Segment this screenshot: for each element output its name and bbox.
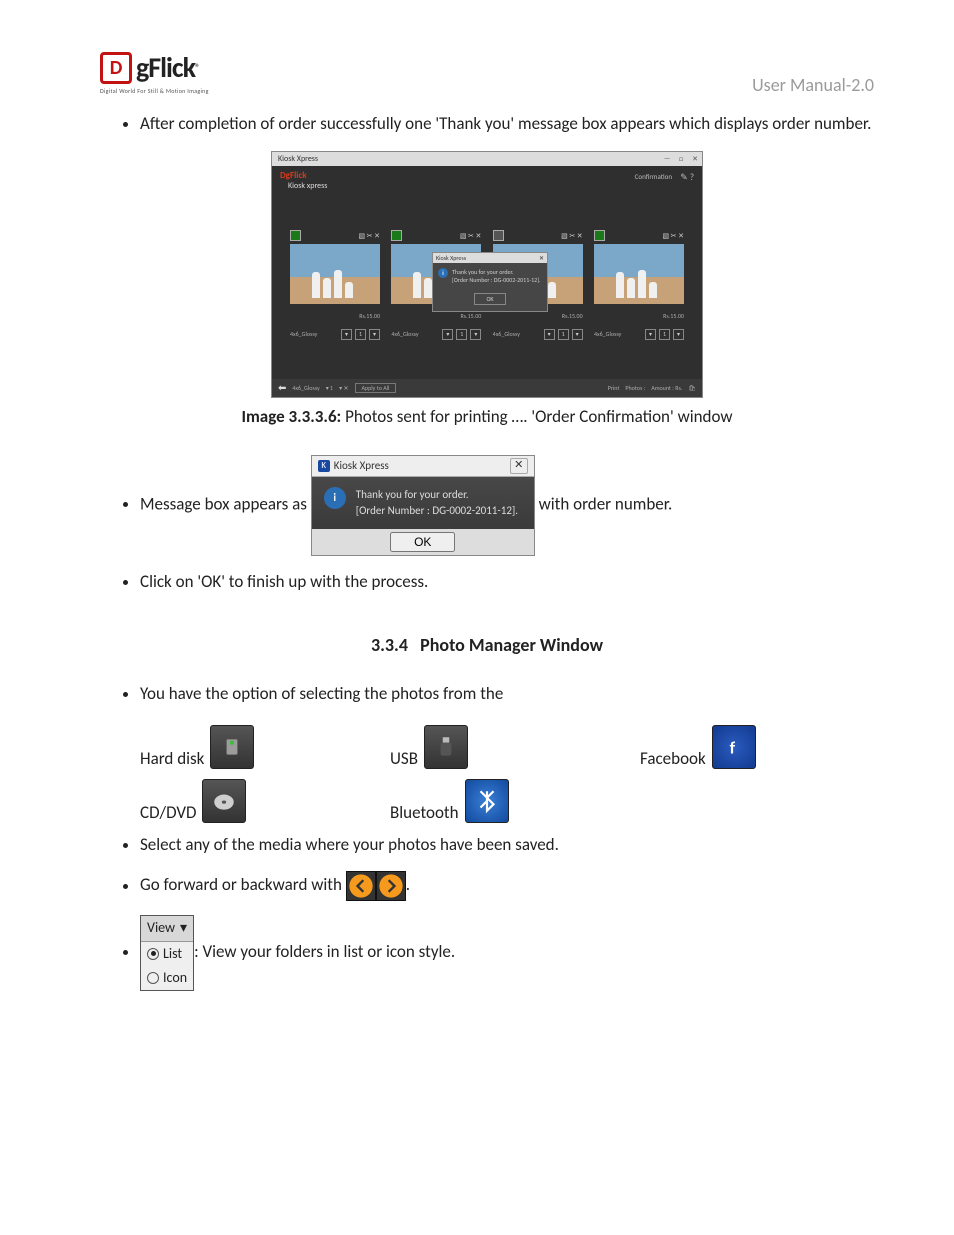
usb-icon[interactable]	[424, 725, 468, 769]
chevron-down-icon: ▾	[180, 918, 187, 938]
manual-version: User Manual-2.0	[752, 74, 874, 96]
radio-list[interactable]	[147, 948, 159, 960]
thumb-qty: 1	[355, 329, 366, 340]
nav-back-button[interactable]	[346, 871, 376, 901]
brand-logo: D gFlick ® Digital World For Still & Mot…	[100, 50, 209, 95]
svg-text:f: f	[729, 736, 735, 758]
back-arrow-icon: ⬅	[278, 381, 286, 394]
info-icon: i	[324, 487, 346, 509]
facebook-icon[interactable]: f	[712, 725, 756, 769]
select-photos-line: You have the option of selecting the pho…	[140, 682, 874, 707]
photo-thumb: ▧ ✂ ✕ Rs.15.00 4x6_Glossy▾1▾	[594, 230, 684, 340]
thumb-controls: ▧ ✂ ✕	[358, 231, 380, 240]
logo-text: gFlick	[136, 50, 195, 85]
screenshot-caption: Image 3.3.3.6: Photos sent for printing …	[100, 406, 874, 427]
close-icon[interactable]: ✕	[510, 458, 528, 474]
msgbox-line1: Thank you for your order.	[356, 488, 469, 501]
media-bluetooth-label: Bluetooth	[390, 802, 459, 823]
view-dropdown[interactable]: View▾ List Icon	[140, 915, 194, 991]
cddvd-icon[interactable]	[202, 779, 246, 823]
msgbox-title: Kiosk Xpress	[334, 458, 389, 474]
app-brand: DgFlick	[280, 170, 307, 181]
bluetooth-icon[interactable]	[465, 779, 509, 823]
intro-paragraph: After completion of order successfully o…	[140, 112, 874, 137]
click-ok-line: Click on 'OK' to finish up with the proc…	[140, 570, 874, 595]
harddisk-icon[interactable]	[210, 725, 254, 769]
msgbox-line: Message box appears as KKiosk Xpress ✕ i…	[140, 455, 874, 556]
media-cddvd-label: CD/DVD	[140, 802, 196, 823]
media-harddisk-label: Hard disk	[140, 748, 204, 769]
nav-line: Go forward or backward with .	[140, 871, 874, 901]
msgbox-line2: [Order Number : DG-0002-2011-12].	[356, 504, 518, 517]
photo-thumb: ▧ ✂ ✕ Rs.15.00 4x6_Glossy▾1▾	[290, 230, 380, 340]
ok-button[interactable]: OK	[390, 532, 455, 552]
max-icon: □	[674, 152, 688, 166]
info-icon: i	[438, 268, 448, 278]
view-style-line: View▾ List Icon : View your folders in l…	[140, 915, 874, 991]
radio-icon[interactable]	[147, 972, 159, 984]
thumb-price: Rs.15.00	[359, 312, 380, 320]
footer-photos: Photos :	[625, 384, 645, 392]
view-list-label: List	[163, 944, 182, 964]
nav-forward-button[interactable]	[376, 871, 406, 901]
app-subtitle: Kiosk xpress	[288, 181, 327, 191]
order-confirmation-screenshot: Kiosk Xpress —□✕ DgFlick Kiosk xpress Co…	[271, 151, 703, 398]
app-icon: K	[318, 460, 330, 472]
dialog-ok: OK	[474, 293, 506, 305]
view-icon-label: Icon	[163, 968, 187, 988]
section-heading: 3.3.4 Photo Manager Window	[100, 634, 874, 656]
close-icon: ✕	[539, 253, 544, 263]
view-header: View	[147, 918, 175, 938]
logo-registered: ®	[195, 61, 200, 74]
cart-icon: 🛍	[688, 384, 696, 392]
logo-tagline: Digital World For Still & Motion Imaging	[100, 87, 209, 95]
message-box: K Kiosk Xpress ✕ i Thank you for your ord…	[311, 455, 535, 556]
footer-print: Print	[608, 384, 620, 392]
step-label: Confirmation	[635, 172, 672, 181]
mini-dialog: Kiosk Xpress✕ iThank you for your order.…	[432, 252, 548, 312]
footer-size: 4x6_Glossy	[292, 384, 319, 392]
thumb-size: 4x6_Glossy	[290, 330, 317, 338]
check-icon	[290, 230, 301, 241]
apply-all-button: Apply to All	[355, 383, 397, 393]
toolbar-icons: ✎ ?	[680, 172, 694, 183]
select-media-line: Select any of the media where your photo…	[140, 833, 874, 858]
window-title: Kiosk Xpress	[278, 154, 318, 164]
media-facebook-label: Facebook	[640, 748, 706, 769]
min-icon: —	[660, 152, 674, 166]
close-icon: ✕	[688, 152, 702, 166]
media-usb-label: USB	[390, 748, 418, 769]
logo-d-icon: D	[100, 52, 132, 84]
footer-amount: Amount : Rs.	[651, 384, 682, 392]
